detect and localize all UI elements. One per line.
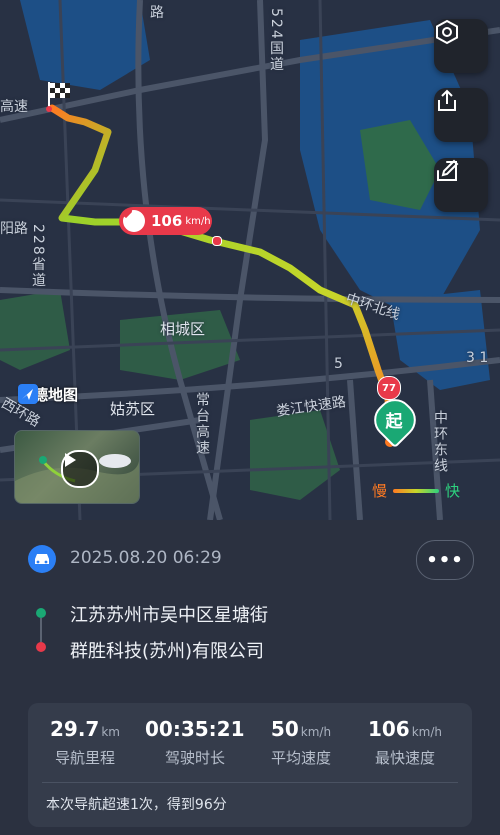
stat-distance-unit: km (101, 725, 120, 739)
lake-area-east (390, 290, 490, 390)
green-area-south (250, 410, 340, 500)
stat-max-speed-unit: km/h (411, 725, 443, 739)
stat-duration-label: 驾驶时长 (164, 749, 225, 767)
speed-badge-pointer (212, 236, 222, 246)
stat-duration: 00:35:21 驾驶时长 (145, 717, 245, 768)
legend-gradient-bar (393, 488, 440, 493)
stat-avg-speed-label: 平均速度 (270, 749, 331, 767)
settings-button[interactable] (434, 19, 488, 73)
map-label-zhonghuan-east: 中环东线 (432, 410, 448, 474)
route-connector (40, 618, 42, 642)
replay-video-thumbnail[interactable] (14, 430, 140, 504)
map-label-road-top: 路 (150, 5, 164, 21)
green-area-west (0, 290, 70, 370)
speed-legend: 慢 快 (372, 480, 460, 501)
start-warning-badge: 77 (377, 376, 401, 400)
max-speed-unit: km/h (185, 215, 211, 227)
more-options-button[interactable]: ••• (416, 540, 474, 580)
map-label-highway-524: 524国道 (268, 8, 284, 73)
stat-avg-speed-value: 50 (270, 717, 299, 741)
map-label-road-yang: 阳路 (0, 221, 28, 237)
map-label-provincial-228: 228省道 (30, 224, 46, 289)
max-speed-badge: 106 km/h (119, 207, 212, 235)
end-dot-icon (36, 642, 46, 652)
legend-fast-label: 快 (445, 482, 461, 500)
end-location: 群胜科技(苏州)有限公司 (70, 641, 265, 662)
start-dot-icon (36, 608, 46, 618)
legend-slow-label: 慢 (372, 482, 388, 500)
stat-duration-value: 00:35:21 (145, 717, 245, 741)
start-warning-text: 77 (382, 382, 396, 394)
stat-max-speed-label: 最快速度 (374, 749, 435, 767)
trip-datetime: 2025.08.20 06:29 (70, 548, 222, 568)
edit-button[interactable] (434, 158, 488, 212)
route-map[interactable]: 路 524国道 高速 阳路 228省道 中环北线 相城区 姑苏区 西环路 常台高… (0, 0, 500, 520)
stat-max-speed-value: 106 (367, 717, 410, 741)
stats-divider (42, 782, 458, 783)
trip-stats-panel: 29.7 km 导航里程 00:35:21 驾驶时长 50 km/h 平均速度 10… (28, 703, 472, 827)
trip-score-summary: 本次导航超速1次，得到96分 (46, 797, 227, 813)
rocket-icon (120, 208, 145, 232)
play-button[interactable] (61, 450, 99, 488)
max-speed-value: 106 (151, 212, 183, 230)
start-pin-label: 起 (385, 412, 403, 432)
amap-logo: 高德地图 (18, 384, 78, 405)
car-icon (28, 545, 56, 573)
map-label-highway-left: 高速 (0, 99, 28, 115)
start-location: 江苏苏州市吴中区星塘街 (70, 605, 268, 626)
amap-logo-icon (18, 384, 38, 404)
map-label-changtai-highway: 常台高速 (194, 392, 210, 456)
map-label-number-312: 3 1 (466, 350, 489, 366)
stat-distance-label: 导航里程 (54, 749, 115, 767)
stat-distance-value: 29.7 (50, 717, 100, 741)
stat-avg-speed: 50 km/h 平均速度 (251, 717, 351, 768)
map-label-district-gusu: 姑苏区 (110, 400, 156, 418)
map-label-district-xiangcheng: 相城区 (160, 320, 206, 338)
share-button[interactable] (434, 88, 488, 142)
stat-avg-speed-unit: km/h (300, 725, 332, 739)
map-label-top-right-num: 5 (334, 356, 343, 372)
stat-max-speed: 106 km/h 最快速度 (355, 717, 455, 768)
stat-distance: 29.7 km 导航里程 (35, 717, 135, 768)
lake-area-northwest (20, 0, 150, 90)
